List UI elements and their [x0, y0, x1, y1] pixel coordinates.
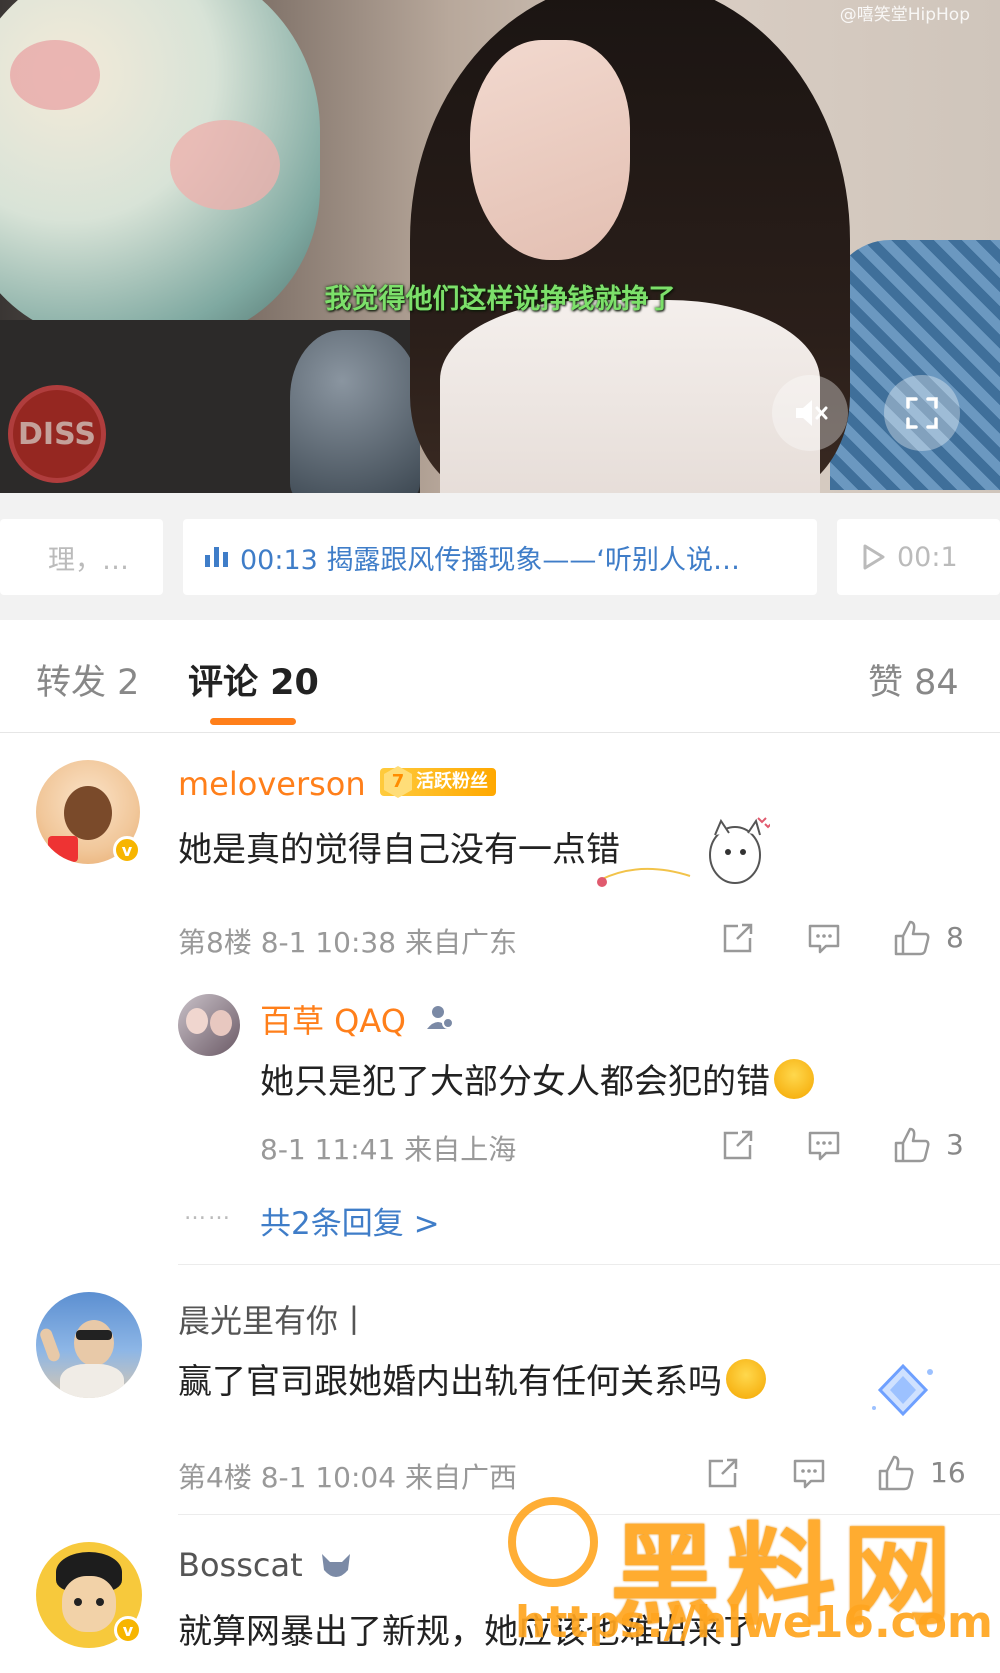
like-icon[interactable]: [892, 918, 932, 958]
video-frame-flower: [170, 120, 280, 210]
video-frame-flower: [10, 40, 100, 110]
comment-username[interactable]: Bosscat: [178, 1546, 303, 1584]
share-icon[interactable]: [720, 1127, 756, 1163]
reply-avatar[interactable]: [178, 994, 240, 1056]
play-icon: [863, 544, 885, 570]
verified-badge-icon: v: [113, 836, 141, 864]
share-icon[interactable]: [720, 920, 756, 956]
fan-badge-label: 活跃粉丝: [416, 771, 488, 792]
comment-username[interactable]: 晨光里有你丨: [178, 1296, 370, 1342]
playing-bars-icon: [205, 547, 228, 567]
comment-text-content: 赢了官司跟她婚内出轨有任何关系吗: [178, 1362, 722, 1402]
user-icon: [427, 1006, 454, 1029]
tab-likes[interactable]: 赞 84: [868, 654, 959, 705]
reply-text: 她只是犯了大部分女人都会犯的错: [260, 1054, 814, 1103]
laughing-emoji-icon: [726, 1359, 766, 1399]
video-frame-shirt: [440, 300, 820, 493]
comment-username[interactable]: meloverson: [178, 765, 366, 803]
comment-divider: [178, 1264, 1000, 1265]
video-subtitle: 我觉得他们这样说挣钱就挣了: [324, 284, 676, 315]
like-count: 16: [930, 1456, 966, 1489]
reply-meta: 8-1 11:41 来自上海: [260, 1133, 517, 1166]
tab-comments[interactable]: 评论 20: [188, 654, 319, 705]
video-player[interactable]: @嘻笑堂HipHop 我觉得他们这样说挣钱就挣了 DISS: [0, 0, 1000, 493]
chapter-strip: 理，… 00:13 揭露跟风传播现象——‘听别人说… 00:1: [0, 493, 1000, 620]
avatar[interactable]: [36, 1292, 142, 1398]
tab-bar: 转发 2 评论 20 赞 84: [0, 620, 1000, 733]
chapter-current[interactable]: 00:13 揭露跟风传播现象——‘听别人说…: [183, 519, 817, 595]
comment-text: 她是真的觉得自己没有一点错: [178, 830, 620, 870]
video-frame-face: [470, 40, 630, 260]
tab-repost[interactable]: 转发 2: [36, 654, 139, 705]
verified-badge-icon: v: [114, 1616, 142, 1644]
channel-logo: DISS: [8, 385, 106, 483]
mute-button[interactable]: [772, 375, 848, 451]
site-watermark-url: https://hlwe16.com: [515, 1597, 993, 1648]
cat-icon: [322, 1554, 350, 1577]
like-count: 3: [946, 1128, 964, 1161]
site-watermark-logo: [508, 1497, 598, 1587]
fullscreen-icon: [906, 397, 938, 429]
reply-text-content: 她只是犯了大部分女人都会犯的错: [260, 1062, 770, 1102]
comment-meta: 第8楼 8-1 10:38 来自广东: [178, 926, 517, 959]
fan-badge: 7 活跃粉丝: [380, 766, 496, 798]
chapter-prev-label: 理，…: [48, 544, 129, 576]
comment-meta: 第4楼 8-1 10:04 来自广西: [178, 1461, 517, 1494]
more-replies-dots: ……: [184, 1200, 232, 1225]
comment-decoration-cat: [590, 810, 772, 890]
chapter-next[interactable]: 00:1: [837, 519, 1000, 595]
crying-emoji-icon: [774, 1059, 814, 1099]
video-frame-jar: [290, 330, 420, 493]
chapter-prev[interactable]: 理，…: [0, 519, 163, 595]
comment-icon[interactable]: [806, 1127, 842, 1163]
like-icon[interactable]: [892, 1125, 932, 1165]
fullscreen-button[interactable]: [884, 375, 960, 451]
comment-text: 赢了官司跟她婚内出轨有任何关系吗: [178, 1354, 766, 1403]
chapter-current-label: 00:13 揭露跟风传播现象——‘听别人说…: [240, 544, 740, 576]
tab-active-indicator: [210, 718, 296, 725]
more-replies-link[interactable]: 共2条回复 >: [260, 1198, 440, 1243]
fan-level-icon: 7: [384, 766, 412, 798]
video-source-tag: @嘻笑堂HipHop: [839, 5, 970, 25]
like-count: 8: [946, 921, 964, 954]
reply-username[interactable]: 百草 QAQ: [260, 996, 406, 1042]
chapter-next-label: 00:1: [897, 541, 958, 573]
diamond-decoration-icon: [872, 1363, 933, 1417]
comment-icon[interactable]: [806, 920, 842, 956]
speaker-muted-icon: [796, 400, 828, 426]
